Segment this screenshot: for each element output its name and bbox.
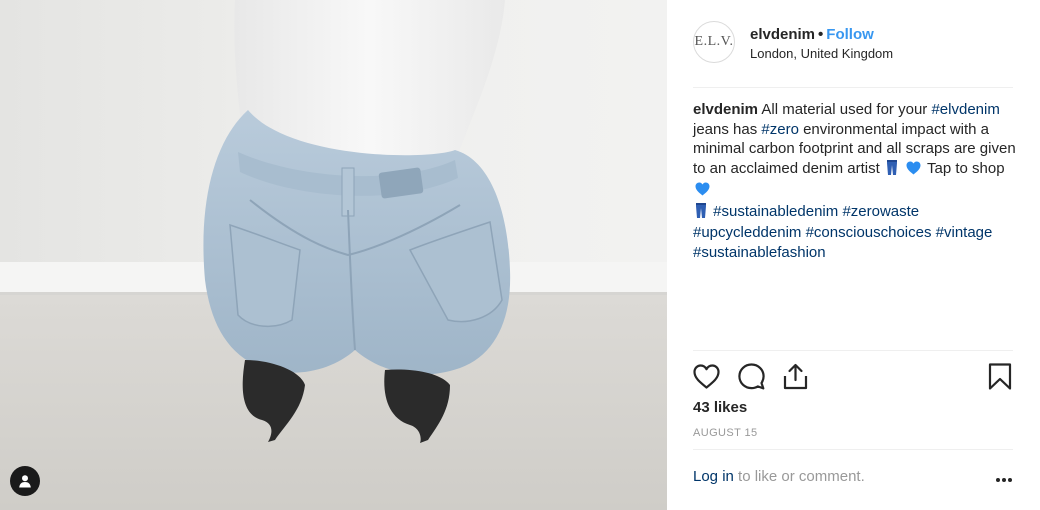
footer-text: to like or comment. [738,468,865,485]
user-icon [19,475,31,488]
caption-text: jeans has [693,120,758,138]
jeans-emoji-icon [886,159,898,181]
hashtag-link[interactable]: #sustainabledenim [713,203,838,220]
heart-icon [692,363,720,389]
likes-count[interactable]: 43 likes [693,399,747,416]
hashtag-link[interactable]: #sustainablefashion [693,244,826,261]
divider [693,449,1013,450]
login-link[interactable]: Log in [693,468,734,485]
follow-button[interactable]: Follow [826,26,874,43]
jeans-emoji-icon [695,202,707,224]
divider [693,350,1013,351]
comment-icon [737,362,765,389]
blue-heart-emoji-icon [906,161,921,181]
divider [693,87,1013,88]
comment-button[interactable] [737,362,765,390]
post-side-panel: E.L.V. elvdenim • Follow London, United Ki… [667,0,1040,510]
caption-username[interactable]: elvdenim [693,101,758,118]
post-header: E.L.V. elvdenim • Follow London, United Ki… [693,19,1013,69]
blue-heart-emoji-icon [695,182,710,202]
post-photo[interactable] [0,0,667,510]
like-button[interactable] [692,362,720,390]
caption-text: Tap to shop [927,159,1005,177]
post-image [0,0,667,510]
user-tags-button[interactable] [10,466,40,496]
header-line: elvdenim • Follow [750,26,893,43]
comment-footer: Log in to like or comment. [693,468,1013,490]
more-icon [996,478,1012,482]
location-link[interactable]: London, United Kingdom [750,46,893,61]
post-caption: elvdenim All material used for your #elv… [693,100,1018,262]
separator-dot: • [818,26,824,43]
hashtag-link[interactable]: #elvdenim [931,101,999,118]
more-options-button[interactable] [995,470,1013,487]
action-bar [692,362,1014,390]
avatar[interactable]: E.L.V. [693,21,735,63]
hashtag-link[interactable]: #vintage [936,224,993,241]
header-text: elvdenim • Follow London, United Kingdom [750,26,893,61]
share-button[interactable] [781,362,809,390]
share-icon [783,363,807,389]
save-button[interactable] [986,362,1014,390]
hashtag-link[interactable]: #consciouschoices [806,224,932,241]
post-date[interactable]: AUGUST 15 [693,427,758,439]
caption-text: All material used for your [761,101,928,118]
instagram-post: E.L.V. elvdenim • Follow London, United Ki… [0,0,1040,510]
bookmark-icon [988,362,1012,390]
hashtag-link[interactable]: #zerowaste [842,203,919,220]
hashtag-link[interactable]: #zero [761,121,799,138]
username-link[interactable]: elvdenim [750,26,815,43]
hashtag-link[interactable]: #upcycleddenim [693,224,801,241]
